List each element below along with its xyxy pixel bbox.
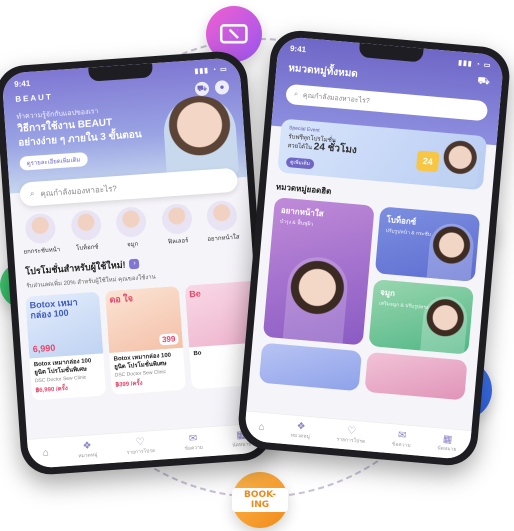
promo-card[interactable]: Botox เหมากล่อง 100 6,990 Botox เหมากล่อ… xyxy=(25,291,107,401)
banner-badge: 24 xyxy=(415,150,440,173)
chevron-right-icon[interactable]: › xyxy=(129,258,140,270)
promo-card-headline: ดอ ใจ xyxy=(109,293,134,305)
app-showcase: BOOK-ING 9:41 ▮▮▮ ◔ ▭ BEAUT ⛟ ● ทำความรู… xyxy=(0,0,514,531)
promo-card-headline: Botox เหมากล่อง 100 xyxy=(29,297,78,321)
phone-home: 9:41 ▮▮▮ ◔ ▭ BEAUT ⛟ ● ทำความรู้จักกับแอ… xyxy=(0,49,274,477)
tab-label: ข้อความ xyxy=(391,441,411,449)
search-icon: ⌕ xyxy=(293,90,299,98)
promo-card-image: ดอ ใจ 399 xyxy=(104,285,184,353)
cart-icon[interactable]: ⛟ xyxy=(477,75,491,89)
tab-appointments[interactable]: ▦ นัดหมาย xyxy=(437,433,458,454)
categories-screen: 9:41 ▮▮▮ ◔ ▭ หมวดหมู่ทั้งหมด ⛟ ⌕ คุณกำลั… xyxy=(243,35,505,461)
category-tile-image xyxy=(420,294,469,355)
category-item[interactable]: อยากหน้าใส xyxy=(201,199,244,244)
tab-label: นัดหมาย xyxy=(437,445,457,453)
tab-label: หมวดหมู่ xyxy=(290,432,311,441)
hero-cta-button[interactable]: ดูรายละเอียดเพิ่มเติม xyxy=(19,152,88,171)
promo-card-price-tag: 399 xyxy=(158,333,179,346)
category-item[interactable]: ยกกระชับหน้า xyxy=(19,212,62,257)
home-icon: ⌂ xyxy=(42,447,50,459)
tab-label: รายการโปรด xyxy=(126,447,156,456)
category-image xyxy=(69,209,102,242)
tab-category[interactable]: ❖ หมวดหมู่ xyxy=(290,421,311,442)
tab-category[interactable]: ❖ หมวดหมู่ xyxy=(77,440,98,460)
tab-label: รายการโปรด xyxy=(336,436,366,445)
status-time: 9:41 xyxy=(13,78,31,89)
header-actions: ⛟ ● xyxy=(194,79,230,97)
category-image xyxy=(24,212,57,245)
category-tile[interactable]: อยากหน้าใส บำรุง & ฟื้นฟูผิว xyxy=(262,197,375,346)
category-item[interactable]: จมูก xyxy=(110,206,153,251)
search-icon: ⌕ xyxy=(29,188,35,199)
signal-icons: ▮▮▮ ◔ ▭ xyxy=(194,65,228,76)
category-item[interactable]: ฟิลเลอร์ xyxy=(156,202,199,248)
category-tile[interactable] xyxy=(258,342,362,392)
status-time: 9:41 xyxy=(289,43,307,54)
tab-messages[interactable]: ✉ ข้อความ xyxy=(183,433,203,453)
booking-icon: BOOK-ING xyxy=(232,472,288,528)
tab-home[interactable]: ⌂ xyxy=(258,422,265,433)
category-tile[interactable]: โบท็อกซ์ ปรับรูปหน้า & กระชับ xyxy=(374,206,481,282)
search-placeholder: คุณกำลังมองหาอะไร? xyxy=(40,183,118,198)
banner-line2-prefix: สวยได้ใน xyxy=(287,143,313,152)
banner-line2-bold: 24 ชั่วโมง xyxy=(313,141,358,157)
tab-favorites[interactable]: ♡ รายการโปรด xyxy=(126,436,156,457)
category-grid: อยากหน้าใส บำรุง & ฟื้นฟูผิว โบท็อกซ์ ปร… xyxy=(249,196,490,401)
tab-label: ข้อความ xyxy=(184,444,204,452)
category-tile-image xyxy=(426,221,476,282)
tab-home[interactable]: ⌂ xyxy=(42,447,49,458)
signal-icons: ▮▮▮ ◔ ▭ xyxy=(457,59,492,70)
category-tile[interactable]: จมูก เสริมจมูก & ปรับรูปทรง xyxy=(368,279,474,355)
booking-label: BOOK-ING xyxy=(232,488,288,512)
tab-messages[interactable]: ✉ ข้อความ xyxy=(392,429,412,450)
search-placeholder: คุณกำลังมองหาอะไร? xyxy=(302,91,371,105)
category-tile-image xyxy=(282,254,350,344)
tab-label: หมวดหมู่ xyxy=(78,452,98,460)
category-image xyxy=(160,202,193,235)
promo-card-image: Botox เหมากล่อง 100 6,990 xyxy=(25,291,104,359)
promo-card[interactable]: ดอ ใจ 399 Botox เหมากล่อง 100 ยูนิต โปรโ… xyxy=(104,285,186,395)
tab-favorites[interactable]: ♡ รายการโปรด xyxy=(336,425,366,446)
promo-card-headline: Be xyxy=(188,288,202,300)
phone-categories: 9:41 ▮▮▮ ◔ ▭ หมวดหมู่ทั้งหมด ⛟ ⌕ คุณกำลั… xyxy=(236,28,512,468)
category-item[interactable]: โบท็อกซ์ xyxy=(65,209,108,254)
category-image xyxy=(115,206,148,239)
home-screen: 9:41 ▮▮▮ ◔ ▭ BEAUT ⛟ ● ทำความรู้จักกับแอ… xyxy=(1,57,267,469)
banner-model-image xyxy=(438,136,481,188)
category-tile[interactable] xyxy=(364,351,468,401)
avatar[interactable]: ● xyxy=(214,79,230,95)
promo-card-price-tag: 6,990 xyxy=(32,342,56,355)
cart-icon[interactable]: ⛟ xyxy=(194,81,210,97)
home-icon: ⌂ xyxy=(257,421,265,434)
banner-button[interactable]: ดูเพิ่มเติม xyxy=(285,157,315,170)
promo-cards: Botox เหมากล่อง 100 6,990 Botox เหมากล่อ… xyxy=(17,275,266,401)
category-image xyxy=(205,199,238,232)
